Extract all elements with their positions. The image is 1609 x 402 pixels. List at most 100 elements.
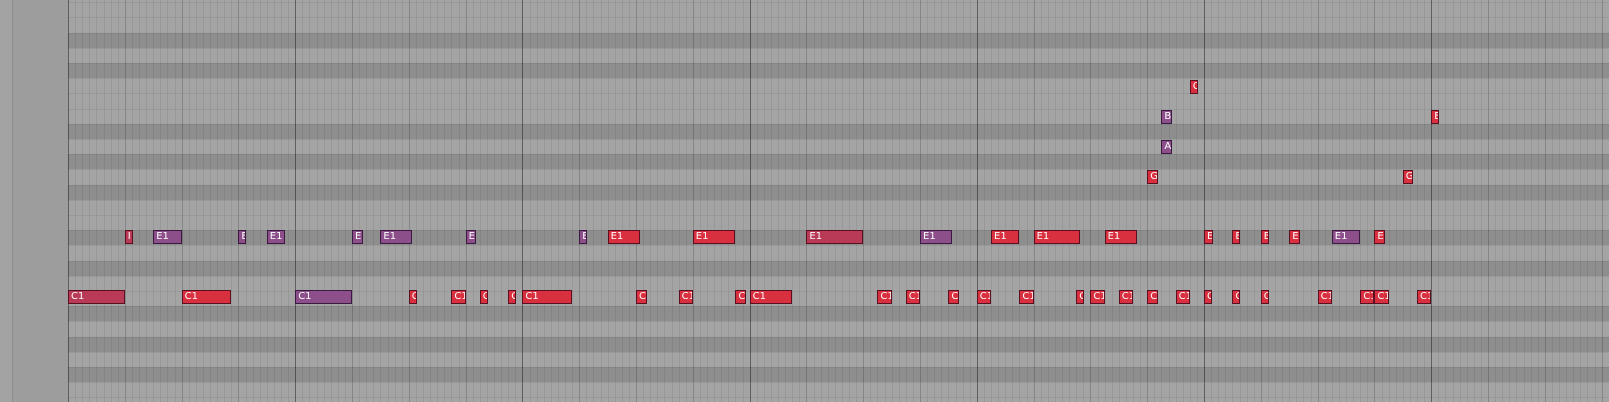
midi-note[interactable]: C1 xyxy=(1175,290,1190,304)
midi-note[interactable]: C1 xyxy=(877,290,892,304)
row-separator xyxy=(68,78,1609,80)
midi-note[interactable]: C1 xyxy=(1019,290,1034,304)
midi-note[interactable]: E1 xyxy=(1033,230,1080,244)
grid-line xyxy=(579,0,581,402)
grid-line xyxy=(373,0,375,402)
midi-note[interactable]: C1 xyxy=(636,290,647,304)
keyboard-keys[interactable] xyxy=(12,0,68,402)
grid-line xyxy=(636,0,637,402)
midi-note[interactable]: C1 xyxy=(976,290,991,304)
midi-note[interactable]: E xyxy=(1204,230,1213,244)
grid-line xyxy=(238,0,240,402)
grid-line xyxy=(983,0,985,402)
midi-note[interactable]: E xyxy=(1431,110,1440,124)
note-grid[interactable]: C1C1C1CC1CCC1C1C1CC1C1C1CC1C1CC1C1CC1CCC… xyxy=(68,0,1609,402)
midi-note[interactable]: E xyxy=(1260,230,1269,244)
midi-note[interactable]: C1 xyxy=(68,290,125,304)
grid-line xyxy=(472,0,474,402)
midi-note[interactable]: C xyxy=(408,290,417,304)
grid-line xyxy=(728,0,730,402)
grid-line xyxy=(359,0,361,402)
grid-line xyxy=(586,0,588,402)
piano-keyboard[interactable] xyxy=(0,0,68,402)
midi-note[interactable]: E xyxy=(465,230,477,244)
midi-note[interactable]: C1 xyxy=(1317,290,1332,304)
midi-note[interactable]: C xyxy=(479,290,488,304)
midi-note[interactable]: E1 xyxy=(607,230,640,244)
midi-note[interactable]: E xyxy=(1289,230,1300,244)
pitch-row xyxy=(68,306,1609,322)
midi-note[interactable]: E1 xyxy=(1331,230,1361,244)
midi-note[interactable]: E1 xyxy=(380,230,413,244)
midi-note[interactable]: E1 xyxy=(806,230,864,244)
midi-note[interactable]: C1 xyxy=(451,290,466,304)
grid-line xyxy=(1303,0,1305,402)
grid-line xyxy=(998,0,1000,402)
bar-line xyxy=(1431,0,1433,402)
midi-note[interactable]: E1 xyxy=(991,230,1020,244)
bar-line xyxy=(295,0,297,402)
midi-note[interactable]: C xyxy=(1147,290,1158,304)
row-separator xyxy=(68,199,1609,201)
midi-note[interactable]: E xyxy=(579,230,588,244)
midi-note[interactable]: C xyxy=(508,290,517,304)
midi-note[interactable]: E1 xyxy=(153,230,182,244)
midi-note[interactable]: C1 xyxy=(1417,290,1432,304)
midi-note[interactable]: C1 xyxy=(749,290,793,304)
grid-line xyxy=(778,0,779,402)
midi-note[interactable]: C1 xyxy=(181,290,232,304)
bar-line xyxy=(749,0,751,402)
grid-line xyxy=(1054,0,1056,402)
grid-line xyxy=(678,0,680,402)
midi-note[interactable]: E xyxy=(1232,230,1241,244)
grid-line xyxy=(131,0,133,402)
midi-note[interactable]: E xyxy=(238,230,247,244)
midi-note[interactable]: I xyxy=(124,230,133,244)
midi-note[interactable]: E1 xyxy=(266,230,285,244)
midi-note[interactable]: E1 xyxy=(692,230,736,244)
midi-note[interactable]: C1 xyxy=(1090,290,1105,304)
midi-note[interactable]: C xyxy=(1189,80,1199,94)
grid-line xyxy=(714,0,716,402)
row-separator xyxy=(68,17,1609,19)
midi-note[interactable]: C xyxy=(1260,290,1269,304)
midi-note[interactable]: C xyxy=(1232,290,1241,304)
grid-line xyxy=(557,0,559,402)
midi-note[interactable]: C1 xyxy=(522,290,573,304)
grid-line xyxy=(614,0,616,402)
midi-note[interactable]: C1 xyxy=(295,290,352,304)
grid-line xyxy=(1211,0,1213,402)
midi-note[interactable]: C1 xyxy=(1360,290,1375,304)
row-separator xyxy=(68,139,1609,140)
grid-line xyxy=(685,0,687,402)
midi-note[interactable]: G xyxy=(1147,170,1158,184)
grid-line xyxy=(941,0,943,402)
row-separator xyxy=(68,306,1609,308)
grid-line xyxy=(529,0,531,402)
midi-note[interactable]: E xyxy=(352,230,363,244)
pitch-row xyxy=(68,215,1609,231)
grid-line xyxy=(1310,0,1312,402)
grid-line xyxy=(763,0,765,402)
midi-note[interactable]: C xyxy=(735,290,747,304)
midi-note[interactable]: C1 xyxy=(678,290,693,304)
pitch-row xyxy=(68,93,1609,109)
midi-note[interactable]: C1 xyxy=(1374,290,1389,304)
midi-note[interactable]: C xyxy=(1204,290,1212,304)
grid-line xyxy=(153,0,155,402)
row-separator xyxy=(68,336,1609,338)
grid-line xyxy=(742,0,744,402)
midi-note[interactable]: E1 xyxy=(920,230,952,244)
midi-note[interactable]: C1 xyxy=(1118,290,1133,304)
pitch-row xyxy=(68,336,1609,352)
midi-note[interactable]: C1 xyxy=(905,290,920,304)
midi-note[interactable]: B xyxy=(1161,110,1173,124)
midi-note[interactable]: G xyxy=(1402,170,1414,184)
midi-note[interactable]: E1 xyxy=(1104,230,1137,244)
midi-note[interactable]: C xyxy=(948,290,960,304)
midi-note[interactable]: A xyxy=(1161,140,1173,154)
grid-line xyxy=(224,0,226,402)
midi-note[interactable]: E xyxy=(1374,230,1386,244)
grid-line xyxy=(969,0,971,402)
midi-note[interactable]: C xyxy=(1076,290,1085,304)
